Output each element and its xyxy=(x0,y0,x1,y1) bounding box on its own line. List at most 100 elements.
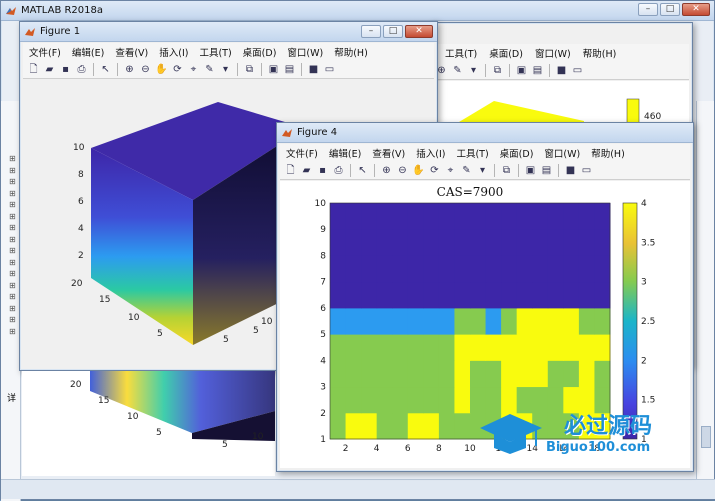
brush-icon[interactable]: ✎ xyxy=(460,164,473,177)
y-tick: 15 xyxy=(99,295,110,305)
menu-item[interactable]: 窗口(W) xyxy=(535,46,571,60)
menu-help[interactable]: 帮助(H) xyxy=(591,146,625,160)
y-tick-label: 5 xyxy=(320,330,326,340)
heatmap-cell xyxy=(594,281,611,309)
brush-icon[interactable]: ✎ xyxy=(451,64,464,77)
menu-window[interactable]: 窗口(W) xyxy=(287,45,323,59)
zoom-in-icon[interactable]: ⊕ xyxy=(380,164,393,177)
open-folder-icon[interactable]: ▰ xyxy=(300,164,313,177)
maximize-button[interactable]: □ xyxy=(383,25,403,38)
show-plot-tools-icon[interactable]: ▭ xyxy=(323,63,336,76)
hide-plot-tools-icon[interactable]: ■ xyxy=(564,164,577,177)
pointer-icon[interactable]: ↖ xyxy=(99,63,112,76)
left-panel-label: 详 xyxy=(7,394,17,404)
print-icon[interactable]: ⎙ xyxy=(332,164,345,177)
show-plot-tools-icon[interactable]: ▭ xyxy=(580,164,593,177)
pan-icon[interactable]: ✋ xyxy=(412,164,425,177)
zoom-out-icon[interactable]: ⊖ xyxy=(396,164,409,177)
heatmap-cell xyxy=(594,360,611,388)
link-icon[interactable]: ⧉ xyxy=(491,64,504,77)
save-icon[interactable]: ▪ xyxy=(316,164,329,177)
new-file-icon[interactable]: 🗋 xyxy=(284,164,297,177)
heatmap-cell xyxy=(516,229,533,256)
heatmap-cell xyxy=(501,255,518,283)
heatmap-cell xyxy=(407,334,424,361)
scrollbar-thumb[interactable] xyxy=(701,426,711,448)
dropdown-icon[interactable]: ▾ xyxy=(219,63,232,76)
legend-icon[interactable]: ▣ xyxy=(267,63,280,76)
heatmap-cell xyxy=(532,281,549,309)
menu-tools[interactable]: 工具(T) xyxy=(199,45,231,59)
data-cursor-icon[interactable]: ⌖ xyxy=(444,164,457,177)
menu-insert[interactable]: 插入(I) xyxy=(416,146,445,160)
print-icon[interactable]: ⎙ xyxy=(75,63,88,76)
menu-edit[interactable]: 编辑(E) xyxy=(72,45,104,59)
heatmap-cell xyxy=(361,412,378,440)
dropdown-icon[interactable]: ▾ xyxy=(476,164,489,177)
y-tick-label: 6 xyxy=(320,304,326,314)
heatmap-cell xyxy=(454,203,471,230)
figure1-title: Figure 1 xyxy=(40,26,81,37)
heatmap-cell xyxy=(438,229,455,256)
menu-tools[interactable]: 工具(T) xyxy=(456,146,488,160)
figure4-title-bar[interactable]: Figure 4 xyxy=(277,123,693,143)
heatmap-cell xyxy=(485,334,502,361)
menu-item[interactable]: 帮助(H) xyxy=(583,46,617,60)
pointer-icon[interactable]: ↖ xyxy=(356,164,369,177)
left-panel: ⊞ ⊞ ⊞ ⊞ ⊞ ⊞ ⊞ ⊞ ⊞ ⊞ ⊞ ⊞ ⊞ ⊞ ⊞ ⊞ 详 xyxy=(1,101,21,501)
data-cursor-icon[interactable]: ⌖ xyxy=(187,63,200,76)
close-button[interactable]: ✕ xyxy=(405,25,433,38)
menu-file[interactable]: 文件(F) xyxy=(29,45,61,59)
minimize-button[interactable]: – xyxy=(361,25,381,38)
right-strip xyxy=(696,101,714,481)
link-icon[interactable]: ⧉ xyxy=(243,63,256,76)
hide-plot-tools-icon[interactable]: ■ xyxy=(307,63,320,76)
menu-edit[interactable]: 编辑(E) xyxy=(329,146,361,160)
heatmap-cell xyxy=(438,334,455,361)
menu-view[interactable]: 查看(V) xyxy=(372,146,405,160)
menu-window[interactable]: 窗口(W) xyxy=(544,146,580,160)
heatmap-cell xyxy=(392,412,409,440)
heatmap-cell xyxy=(454,255,471,283)
zoom-out-icon[interactable]: ⊖ xyxy=(139,63,152,76)
heatmap-cell xyxy=(501,229,518,256)
matlab-title-bar[interactable]: MATLAB R2018a xyxy=(1,1,714,21)
legend-icon[interactable]: ▣ xyxy=(524,164,537,177)
hide-plot-tools-icon[interactable]: ■ xyxy=(555,64,568,77)
colorbar-icon[interactable]: ▤ xyxy=(540,164,553,177)
rotate-icon[interactable]: ⟳ xyxy=(171,63,184,76)
show-plot-tools-icon[interactable]: ▭ xyxy=(571,64,584,77)
menu-insert[interactable]: 插入(I) xyxy=(159,45,188,59)
heatmap-cell xyxy=(532,360,549,388)
menu-desktop[interactable]: 桌面(D) xyxy=(243,45,277,59)
menu-desktop[interactable]: 桌面(D) xyxy=(500,146,534,160)
heatmap-cell xyxy=(485,229,502,256)
close-button[interactable]: ✕ xyxy=(682,3,710,16)
dropdown-icon[interactable]: ▾ xyxy=(467,64,480,77)
open-folder-icon[interactable]: ▰ xyxy=(43,63,56,76)
rotate-icon[interactable]: ⟳ xyxy=(428,164,441,177)
menu-view[interactable]: 查看(V) xyxy=(115,45,148,59)
pan-icon[interactable]: ✋ xyxy=(155,63,168,76)
menu-file[interactable]: 文件(F) xyxy=(286,146,318,160)
heatmap-cell xyxy=(345,334,362,361)
heatmap-cell xyxy=(330,386,347,414)
brush-icon[interactable]: ✎ xyxy=(203,63,216,76)
menu-item[interactable]: 桌面(D) xyxy=(489,46,523,60)
colorbar-icon[interactable]: ▤ xyxy=(283,63,296,76)
save-icon[interactable]: ▪ xyxy=(59,63,72,76)
lower-surface-plot: 20 15 10 5 5 10 xyxy=(70,371,275,450)
new-file-icon[interactable]: 🗋 xyxy=(27,63,40,76)
menu-item[interactable]: 工具(T) xyxy=(445,46,477,60)
legend-icon[interactable]: ▣ xyxy=(515,64,528,77)
menu-help[interactable]: 帮助(H) xyxy=(334,45,368,59)
minimize-button[interactable]: – xyxy=(638,3,658,16)
z-tick: 4 xyxy=(78,224,84,234)
heatmap-cell xyxy=(330,360,347,388)
link-icon[interactable]: ⧉ xyxy=(500,164,513,177)
maximize-button[interactable]: □ xyxy=(660,3,680,16)
colorbar-icon[interactable]: ▤ xyxy=(531,64,544,77)
zoom-in-icon[interactable]: ⊕ xyxy=(123,63,136,76)
heatmap-cell xyxy=(376,229,393,256)
heatmap-cell xyxy=(454,281,471,309)
